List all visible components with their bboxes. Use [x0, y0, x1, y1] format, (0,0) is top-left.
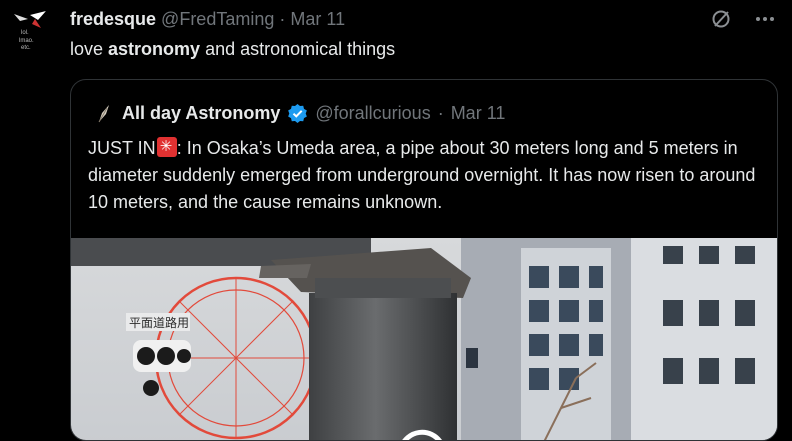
rotating-light-icon	[156, 137, 177, 157]
quote-timestamp[interactable]: Mar 11	[451, 101, 506, 125]
tweet-text-part: love	[70, 39, 109, 59]
media-photo: 平面道路用	[71, 238, 777, 440]
quote-media-image[interactable]: 平面道路用	[71, 238, 777, 440]
avatar-text-2: lmao.	[19, 38, 34, 44]
quote-separator: ·	[437, 103, 444, 123]
tweet-text-part: and astronomical things	[200, 39, 396, 59]
quote-text: JUST IN: In Osaka’s Umeda area, a pipe a…	[88, 135, 768, 216]
verified-badge-icon	[287, 103, 308, 124]
display-name[interactable]: fredesque	[70, 9, 156, 29]
separator: ·	[279, 9, 286, 29]
avatar-image: lol. lmao. etc.	[8, 6, 54, 52]
avatar[interactable]: lol. lmao. etc.	[8, 6, 54, 52]
quote-display-name[interactable]: All day Astronomy	[122, 101, 280, 125]
quote-text-prefix: JUST IN	[88, 138, 156, 158]
timestamp[interactable]: Mar 11	[290, 9, 345, 29]
avatar-text-3: etc.	[21, 45, 31, 51]
avatar-text-1: lol.	[21, 30, 29, 36]
tweet-text-bold[interactable]: astronomy	[108, 39, 200, 59]
quote-avatar[interactable]	[93, 102, 115, 124]
tweet-header: fredesque @FredTaming · Mar 11	[70, 8, 345, 30]
grok-icon[interactable]	[708, 6, 734, 32]
quote-header: All day Astronomy @forallcurious · Mar 1…	[93, 101, 505, 125]
handle[interactable]: @FredTaming	[161, 9, 274, 29]
quote-handle[interactable]: @forallcurious	[315, 101, 430, 125]
quote-text-body: : In Osaka’s Umeda area, a pipe about 30…	[88, 138, 756, 212]
more-icon[interactable]	[752, 6, 778, 32]
quoted-tweet[interactable]: All day Astronomy @forallcurious · Mar 1…	[70, 79, 778, 441]
media-sign-text: 平面道路用	[129, 315, 189, 330]
tweet-actions	[708, 6, 778, 32]
tweet-text: love astronomy and astronomical things	[70, 37, 395, 61]
